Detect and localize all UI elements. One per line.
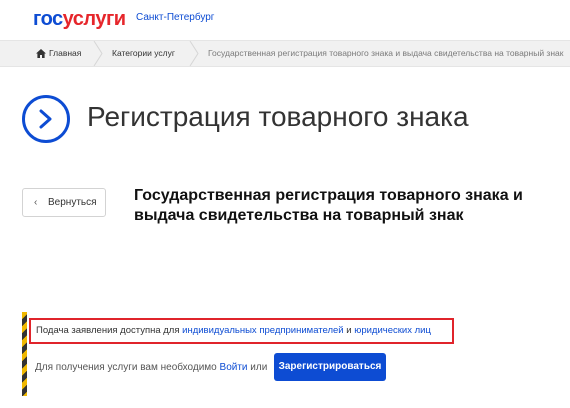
login-prompt: Для получения услуги вам необходимо Войт… xyxy=(35,362,267,373)
page-title: Регистрация товарного знака xyxy=(87,101,469,132)
notice-prefix: Подача заявления доступна для xyxy=(36,325,183,336)
login-or-text: или xyxy=(247,362,268,373)
breadcrumb-separator xyxy=(93,41,103,66)
breadcrumb-home[interactable]: Главная xyxy=(36,41,81,66)
chevron-left-icon: ‹ xyxy=(34,197,38,208)
city-selector[interactable]: Санкт-Петербург xyxy=(136,12,214,23)
warning-stripe xyxy=(22,312,27,396)
link-legal-entities[interactable]: юридических лиц xyxy=(354,325,431,336)
chevron-right-circle-icon xyxy=(22,95,70,143)
breadcrumb-separator xyxy=(189,41,199,66)
logo-text-uslugi: услуги xyxy=(62,8,126,30)
back-button[interactable]: ‹ Вернуться xyxy=(22,188,106,217)
register-button[interactable]: Зарегистрироваться xyxy=(274,353,386,381)
breadcrumb-home-label: Главная xyxy=(49,48,82,58)
link-individual-entrepreneurs[interactable]: индивидуальных предпринимателей xyxy=(182,325,343,336)
login-link[interactable]: Войти xyxy=(220,362,248,373)
service-title: Государственная регистрация товарного зн… xyxy=(134,187,523,224)
logo-text-gos: гос xyxy=(33,8,63,30)
back-button-label: Вернуться xyxy=(48,197,97,208)
breadcrumb: Главная Категории услуг Государственная … xyxy=(0,40,570,67)
availability-notice: Подача заявления доступна для индивидуал… xyxy=(29,318,454,344)
home-icon xyxy=(36,49,46,58)
notice-conjunction: и xyxy=(343,325,355,336)
gosuslugi-logo[interactable]: госуслуги xyxy=(33,8,126,31)
login-prompt-text: Для получения услуги вам необходимо xyxy=(35,362,220,373)
breadcrumb-current: Государственная регистрация товарного зн… xyxy=(208,48,564,58)
breadcrumb-categories[interactable]: Категории услуг xyxy=(112,41,175,66)
